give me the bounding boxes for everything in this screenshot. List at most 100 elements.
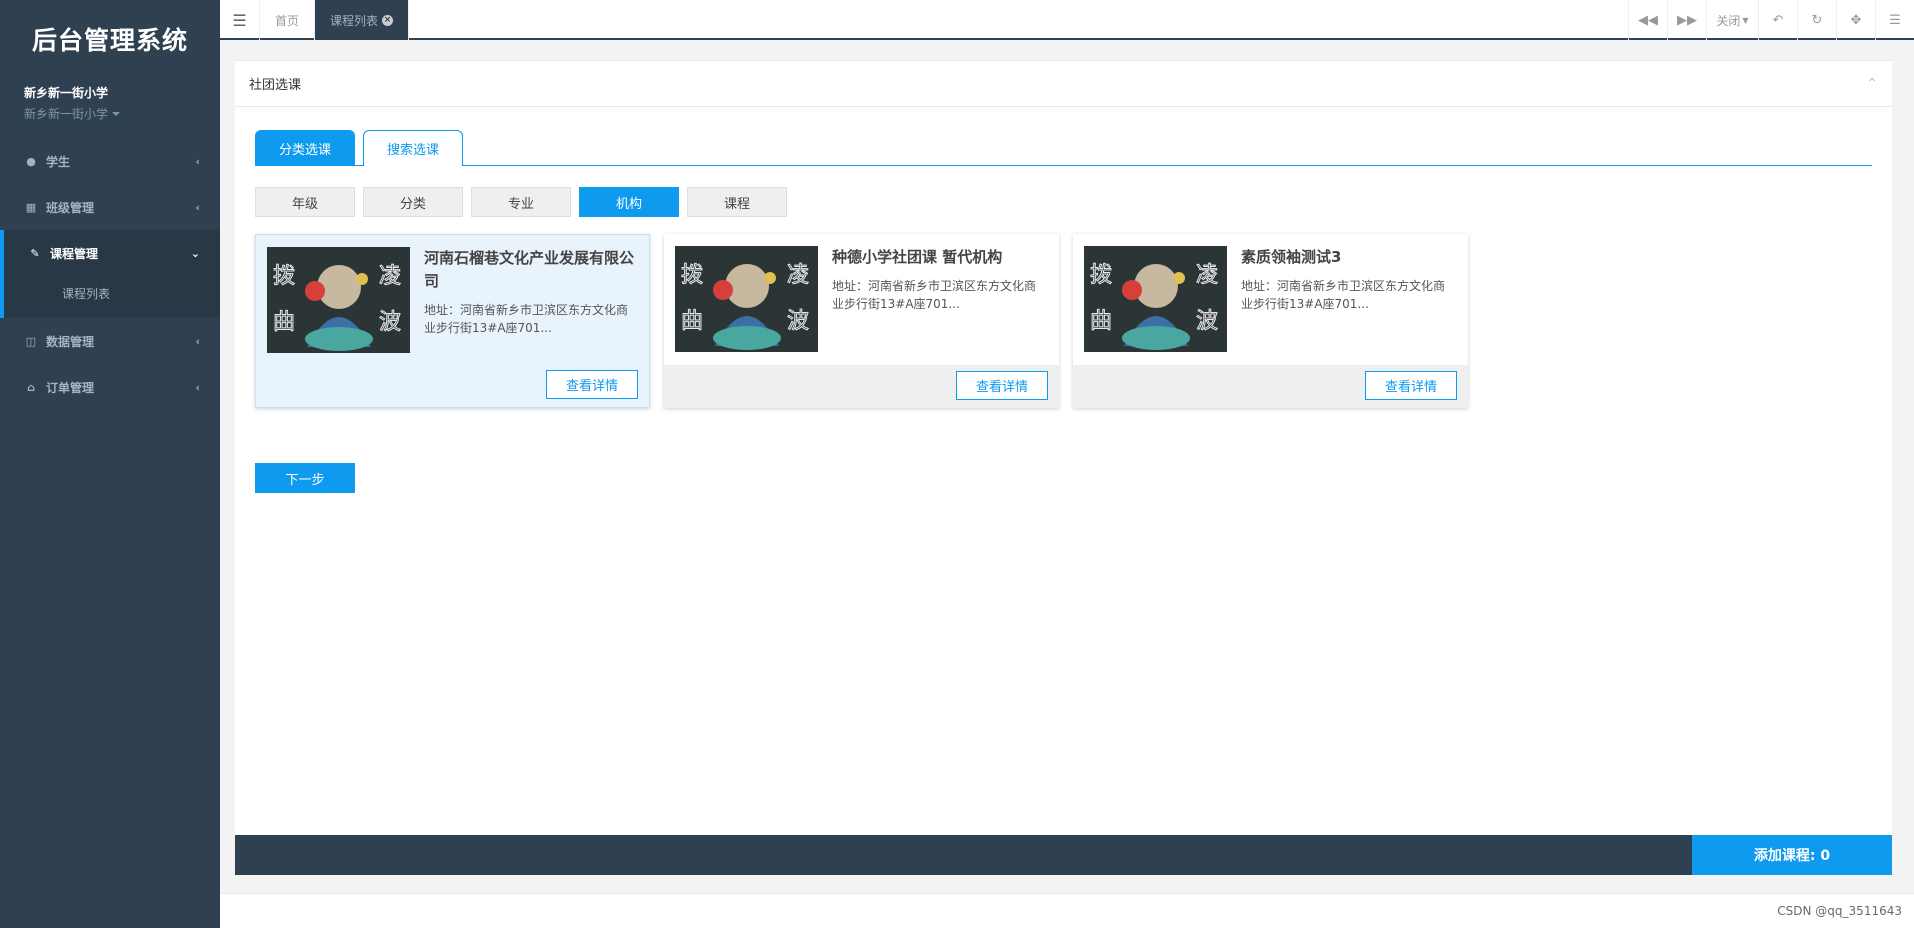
svg-text:曲: 曲 — [273, 310, 295, 335]
institution-thumbnail: 拨 曲 凌 波 — [1084, 246, 1227, 352]
institution-card[interactable]: 拨 曲 凌 波 河南石榴巷文化产业发展有限公司 地址：河南省新乡市卫滨区东方文化… — [255, 234, 650, 408]
sidebar-item-class-management[interactable]: ▦ 班级管理 ‹ — [0, 184, 220, 230]
sidebar-item-label: 班级管理 — [46, 200, 95, 215]
user-org-label: 新乡新一街小学 — [24, 107, 109, 121]
institution-thumbnail: 拨 曲 凌 波 — [267, 247, 410, 353]
institution-cards: 拨 曲 凌 波 河南石榴巷文化产业发展有限公司 地址：河南省新乡市卫滨区东方文化… — [255, 234, 1872, 408]
edit-icon: ✎ — [30, 246, 40, 260]
bank-icon: ⌂ — [27, 380, 35, 394]
chevron-left-icon: ‹ — [195, 380, 200, 394]
backward-icon: ◀◀ — [1638, 12, 1658, 28]
caret-down-icon: ▼ — [1742, 15, 1749, 25]
svg-text:波: 波 — [379, 310, 401, 335]
institution-name: 河南石榴巷文化产业发展有限公司 — [424, 249, 635, 290]
filter-row: 年级 分类 专业 机构 课程 — [255, 187, 1872, 217]
chevron-left-icon: ‹ — [195, 154, 200, 168]
panel-title: 社团选课 — [249, 78, 302, 93]
sidebar: 后台管理系统 新乡新一街小学 新乡新一街小学 ● 学生 ‹ ▦ 班级管理 ‹ ✎… — [0, 0, 220, 928]
filter-major-button[interactable]: 专业 — [471, 187, 571, 217]
svg-text:凌: 凌 — [379, 264, 401, 289]
svg-text:曲: 曲 — [1090, 309, 1112, 334]
institution-name: 种德小学社团课 暂代机构 — [832, 248, 1003, 266]
institution-card[interactable]: 拨 曲 凌 波 种德小学社团课 暂代机构 地址：河南省新乡市卫滨区东方文化商业步… — [664, 234, 1059, 408]
tab-category-select[interactable]: 分类选课 — [255, 130, 355, 166]
chevron-down-icon: ⌄ — [190, 246, 200, 260]
sidebar-submenu: 课程列表 — [0, 276, 220, 318]
svg-text:波: 波 — [1196, 309, 1218, 334]
institution-card[interactable]: 拨 曲 凌 波 素质领袖测试3 地址：河南省新乡市卫滨区东方文化商业步行街13#… — [1073, 234, 1468, 408]
tab-home[interactable]: 首页 — [260, 0, 316, 40]
filter-grade-button[interactable]: 年级 — [255, 187, 355, 217]
filter-course-button[interactable]: 课程 — [687, 187, 787, 217]
fullscreen-button[interactable]: ✥ — [1836, 0, 1875, 40]
forward-icon: ▶▶ — [1677, 12, 1697, 28]
view-details-button[interactable]: 查看详情 — [956, 371, 1048, 400]
panel-header: 社团选课 ⌃ — [235, 61, 1892, 107]
svg-text:拨: 拨 — [273, 264, 295, 289]
tab-course-list[interactable]: 课程列表 × — [315, 0, 410, 40]
institution-name: 素质领袖测试3 — [1241, 248, 1342, 266]
card-info: 河南石榴巷文化产业发展有限公司 地址：河南省新乡市卫滨区东方文化商业步行街13#… — [424, 247, 637, 337]
brand-logo-text: 后台管理系统 — [31, 26, 188, 55]
chevron-left-icon: ‹ — [195, 334, 200, 348]
course-cart-bar: 添加课程: 0 — [235, 835, 1892, 875]
hamburger-icon: ☰ — [232, 10, 247, 30]
sidebar-item-order-management[interactable]: ⌂ 订单管理 ‹ — [0, 364, 220, 410]
svg-text:凌: 凌 — [787, 263, 809, 288]
scroll-right-button[interactable]: ▶▶ — [1667, 0, 1706, 40]
added-courses-count-button[interactable]: 添加课程: 0 — [1692, 835, 1892, 875]
institution-address: 地址：河南省新乡市卫滨区东方文化商业步行街13#A座701... — [832, 279, 1037, 311]
caret-down-icon — [112, 111, 121, 116]
user-name: 新乡新一街小学 — [24, 86, 109, 100]
sidebar-item-label: 数据管理 — [46, 334, 95, 349]
card-info: 素质领袖测试3 地址：河南省新乡市卫滨区东方文化商业步行街13#A座701... — [1241, 246, 1456, 313]
svg-text:曲: 曲 — [681, 309, 703, 334]
chevron-up-icon[interactable]: ⌃ — [1866, 76, 1878, 92]
course-selection-panel: 社团选课 ⌃ 分类选课 搜索选课 年级 分类 专业 机构 课程 拨 曲 凌 波 … — [235, 60, 1892, 875]
sidebar-item-label: 学生 — [46, 154, 71, 169]
card-info: 种德小学社团课 暂代机构 地址：河南省新乡市卫滨区东方文化商业步行街13#A座7… — [832, 246, 1047, 313]
calculator-icon: ▦ — [25, 200, 37, 214]
toolbar: ◀◀ ▶▶ 关闭 ▼ ↶ ↻ ✥ ☰ — [1628, 0, 1914, 40]
close-tabs-label: 关闭 — [1716, 13, 1741, 28]
close-tabs-dropdown[interactable]: 关闭 ▼ — [1706, 0, 1758, 40]
tab-label: 课程列表 — [330, 13, 379, 28]
user-profile[interactable]: 新乡新一街小学 新乡新一街小学 — [0, 78, 220, 138]
user-icon: ● — [26, 154, 36, 168]
institution-address: 地址：河南省新乡市卫滨区东方文化商业步行街13#A座701... — [1241, 279, 1446, 311]
user-org-dropdown[interactable]: 新乡新一街小学 — [24, 105, 196, 122]
view-details-button[interactable]: 查看详情 — [1365, 371, 1457, 400]
mode-tabs: 分类选课 搜索选课 — [255, 130, 1872, 166]
settings-button[interactable]: ☰ — [1875, 0, 1914, 40]
menu-toggle-button[interactable]: ☰ — [220, 0, 260, 40]
institution-address: 地址：河南省新乡市卫滨区东方文化商业步行街13#A座701... — [424, 303, 629, 335]
sidebar-item-course-management[interactable]: ✎ 课程管理 ⌄ — [0, 230, 220, 276]
sidebar-item-data-management[interactable]: ◫ 数据管理 ‹ — [0, 318, 220, 364]
undo-button[interactable]: ↶ — [1758, 0, 1797, 40]
next-step-button[interactable]: 下一步 — [255, 463, 355, 493]
scroll-left-button[interactable]: ◀◀ — [1628, 0, 1667, 40]
svg-text:拨: 拨 — [681, 263, 703, 288]
svg-text:拨: 拨 — [1090, 263, 1112, 288]
close-icon[interactable]: × — [382, 14, 394, 26]
chevron-left-icon: ‹ — [195, 200, 200, 214]
panel-body: 分类选课 搜索选课 年级 分类 专业 机构 课程 拨 曲 凌 波 河南石榴巷文化… — [235, 107, 1892, 875]
top-tab-bar: ☰ 首页 课程列表 × ◀◀ ▶▶ 关闭 ▼ ↶ ↻ ✥ ☰ — [220, 0, 1914, 40]
sidebar-item-label: 订单管理 — [46, 380, 95, 395]
map-icon: ◫ — [25, 334, 37, 348]
arrows-icon: ✥ — [1850, 12, 1862, 28]
svg-text:波: 波 — [787, 309, 809, 334]
filter-category-button[interactable]: 分类 — [363, 187, 463, 217]
page-footer: CSDN @qq_3511643 — [220, 893, 1914, 928]
tab-search-select[interactable]: 搜索选课 — [363, 130, 463, 166]
sidebar-subitem-course-list[interactable]: 课程列表 — [62, 282, 220, 306]
copyright-text: CSDN @qq_3511643 — [1777, 904, 1902, 918]
view-details-button[interactable]: 查看详情 — [546, 370, 638, 399]
sidebar-item-label: 课程管理 — [50, 246, 99, 261]
refresh-icon: ↻ — [1811, 12, 1823, 28]
sidebar-item-students[interactable]: ● 学生 ‹ — [0, 138, 220, 184]
refresh-button[interactable]: ↻ — [1797, 0, 1836, 40]
list-icon: ☰ — [1889, 12, 1901, 28]
reply-icon: ↶ — [1772, 12, 1784, 28]
filter-institution-button[interactable]: 机构 — [579, 187, 679, 217]
